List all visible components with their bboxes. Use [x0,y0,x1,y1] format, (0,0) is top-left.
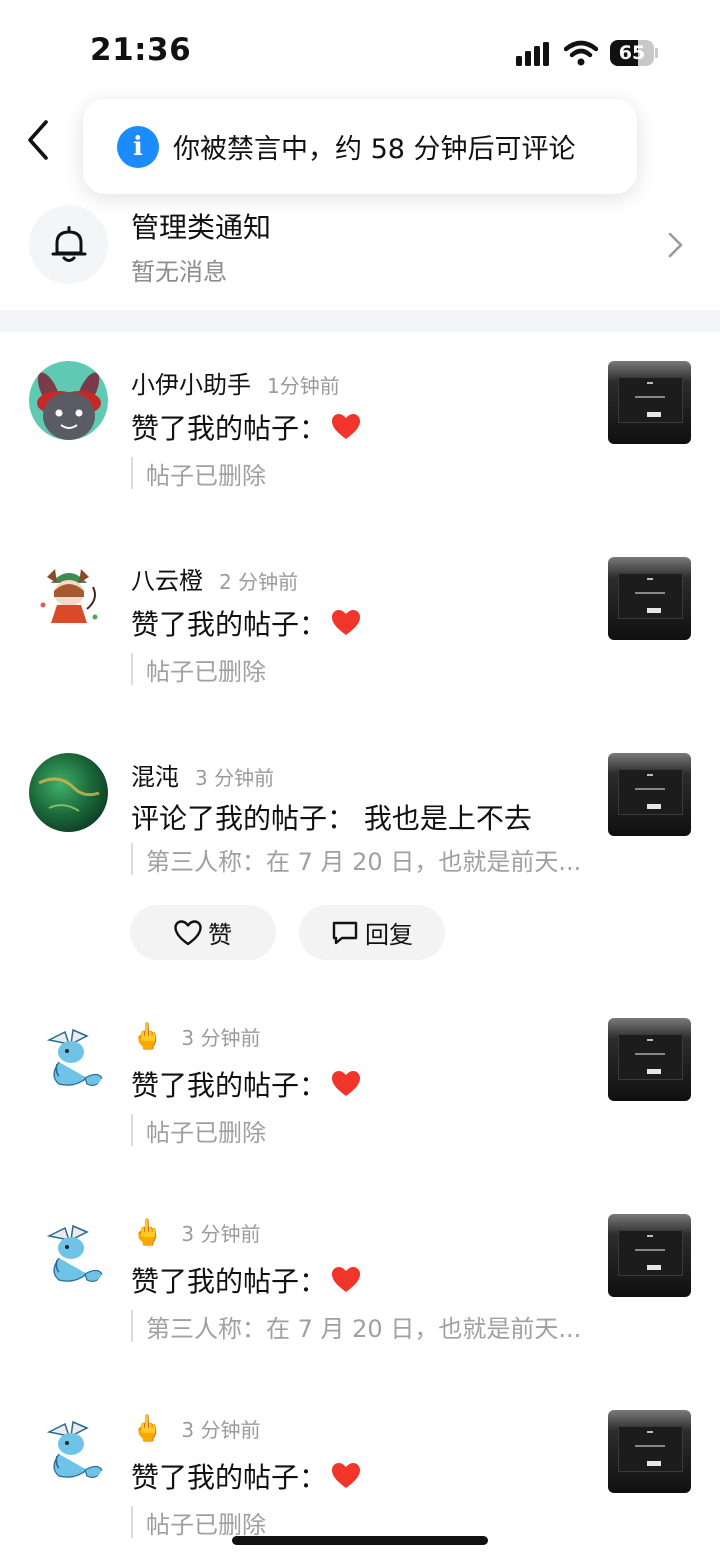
action-label: 赞了我的帖子： [131,1265,328,1298]
reply-button[interactable]: 回复 [299,905,445,960]
timestamp: 3 分钟前 [181,1222,261,1246]
username[interactable]: 小伊小助手 [131,365,251,400]
timestamp: 3 分钟前 [181,1418,261,1442]
wifi-icon [564,40,598,66]
avatar[interactable] [29,1410,108,1489]
timestamp: 3 分钟前 [195,766,275,790]
admin-notice-title: 管理类通知 [131,211,272,244]
post-thumbnail[interactable] [608,361,691,444]
action-text: 赞了我的帖子： [131,407,361,447]
action-text: 赞了我的帖子： [131,1260,361,1300]
post-thumbnail[interactable] [608,1410,691,1493]
username[interactable]: 🖕 [131,1218,163,1248]
status-bar: 21:36 65 [0,0,720,100]
toast-message: 你被禁言中，约 58 分钟后可评论 [173,134,576,165]
item-meta: 混沌 3 分钟前 [131,757,274,792]
battery-indicator: 65 [610,40,658,66]
action-label: 赞了我的帖子： [131,608,328,641]
bell-icon [51,225,86,262]
like-button[interactable]: 赞 [130,905,276,960]
avatar[interactable] [29,557,108,636]
heart-icon [332,1071,361,1096]
admin-notice-subtitle: 暂无消息 [131,258,227,286]
admin-notice-row[interactable]: 管理类通知 暂无消息 [0,200,720,310]
status-time: 21:36 [90,32,192,68]
heart-icon [332,610,361,635]
post-thumbnail[interactable] [608,1018,691,1101]
notification-item[interactable]: 🖕 3 分钟前 赞了我的帖子： 帖子已删除 [0,1018,720,1158]
timestamp: 1分钟前 [267,374,340,398]
username[interactable]: 🖕 [131,1022,163,1052]
battery-level: 65 [618,42,646,64]
quoted-post: 第三人称：在 7 月 20 日，也就是前天... [131,843,581,876]
avatar[interactable] [29,1214,108,1293]
item-meta: 八云橙 2 分钟前 [131,561,298,596]
timestamp: 2 分钟前 [219,570,299,594]
bell-icon-container [29,205,108,284]
item-meta: 小伊小助手 1分钟前 [131,365,340,400]
post-thumbnail[interactable] [608,753,691,836]
post-thumbnail[interactable] [608,1214,691,1297]
action-text: 赞了我的帖子： [131,603,361,643]
section-divider [0,310,720,332]
info-icon: i [117,125,159,168]
cellular-signal-icon [516,42,549,66]
back-button[interactable] [24,118,58,162]
notification-item[interactable]: 八云橙 2 分钟前 赞了我的帖子： 帖子已删除 [0,557,720,697]
heart-icon [332,1463,361,1488]
mute-toast: i 你被禁言中，约 58 分钟后可评论 [83,99,637,194]
heart-icon [332,1267,361,1292]
action-text: 评论了我的帖子： 我也是上不去 [131,797,532,837]
avatar[interactable] [29,361,108,440]
like-label: 赞 [208,921,232,949]
chevron-right-icon [668,232,683,258]
item-meta: 🖕 3 分钟前 [131,1022,260,1052]
action-text: 赞了我的帖子： [131,1456,361,1496]
quoted-post: 帖子已删除 [131,653,266,686]
home-indicator[interactable] [232,1536,488,1545]
item-meta: 🖕 3 分钟前 [131,1218,260,1248]
comment-text: 评论了我的帖子： 我也是上不去 [131,802,532,835]
action-label: 赞了我的帖子： [131,412,328,445]
quoted-post: 第三人称：在 7 月 20 日，也就是前天... [131,1310,581,1343]
action-text: 赞了我的帖子： [131,1064,361,1104]
action-label: 赞了我的帖子： [131,1461,328,1494]
heart-outline-icon [174,919,202,945]
avatar[interactable] [29,753,108,832]
quoted-post: 帖子已删除 [131,1506,266,1539]
comment-icon [332,921,358,944]
action-label: 赞了我的帖子： [131,1069,328,1102]
username[interactable]: 混沌 [131,757,179,792]
notification-item[interactable]: 🖕 3 分钟前 赞了我的帖子： 第三人称：在 7 月 20 日，也就是前天... [0,1214,720,1354]
item-meta: 🖕 3 分钟前 [131,1414,260,1444]
username[interactable]: 八云橙 [131,561,203,596]
timestamp: 3 分钟前 [181,1026,261,1050]
avatar[interactable] [29,1018,108,1097]
post-thumbnail[interactable] [608,557,691,640]
quoted-post: 帖子已删除 [131,457,266,490]
quoted-post: 帖子已删除 [131,1114,266,1147]
notification-item[interactable]: 🖕 3 分钟前 赞了我的帖子： 帖子已删除 [0,1410,720,1550]
notification-item[interactable]: 小伊小助手 1分钟前 赞了我的帖子： 帖子已删除 [0,361,720,501]
heart-icon [332,414,361,439]
username[interactable]: 🖕 [131,1414,163,1444]
reply-label: 回复 [365,921,413,949]
